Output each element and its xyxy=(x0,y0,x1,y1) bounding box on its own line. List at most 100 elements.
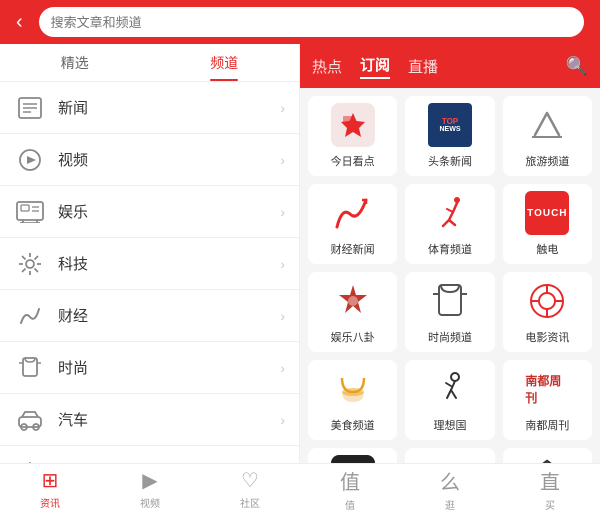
menu-item-entertainment[interactable]: 娱乐 › xyxy=(0,186,299,238)
video-icon xyxy=(14,144,46,176)
search-input[interactable] xyxy=(51,15,572,30)
channel-caijing[interactable]: 财经新闻 xyxy=(308,184,397,264)
channel-shishang-icon xyxy=(427,279,473,323)
nav-live[interactable]: 直播 xyxy=(408,56,438,77)
menu-item-tech[interactable]: 科技 › xyxy=(0,238,299,290)
channel-nandu[interactable]: 南都周刊 南都周刊 xyxy=(503,360,592,440)
channel-touch-name: 触电 xyxy=(536,241,558,257)
shequn-icon: ♡ xyxy=(241,468,259,493)
menu-item-travel[interactable]: 旅游 › xyxy=(0,446,299,463)
channel-touch[interactable]: TOUCH 触电 xyxy=(503,184,592,264)
fashion-arrow: › xyxy=(280,360,285,376)
tab-shipin[interactable]: ▶ 视频 xyxy=(100,464,200,513)
channel-dianying-name: 电影资讯 xyxy=(525,329,569,345)
tab-guang[interactable]: 么 逛 xyxy=(400,464,500,513)
menu-item-auto[interactable]: 汽车 › xyxy=(0,394,299,446)
zhi-label: 值 xyxy=(345,497,355,512)
tab-pindao[interactable]: 频道 xyxy=(150,44,300,81)
channel-lvyou-icon xyxy=(524,103,570,147)
channel-lixiang-name: 理想国 xyxy=(433,417,466,433)
channel-lvyou[interactable]: 旅游频道 xyxy=(503,96,592,176)
channel-shishang[interactable]: 时尚频道 xyxy=(405,272,494,352)
channel-yule-name: 娱乐八卦 xyxy=(331,329,375,345)
finance-label: 财经 xyxy=(58,305,280,326)
bottom-bar: ⊞ 资讯 ▶ 视频 ♡ 社区 值 值 么 逛 直 买 xyxy=(0,463,600,513)
menu-item-fashion[interactable]: 时尚 › xyxy=(0,342,299,394)
channel-jinri[interactable]: 今日看点 xyxy=(308,96,397,176)
channel-tiyu-name: 体育频道 xyxy=(428,241,472,257)
search-box[interactable] xyxy=(39,7,584,37)
fashion-icon xyxy=(14,352,46,384)
travel-icon xyxy=(14,456,46,464)
news-icon xyxy=(14,92,46,124)
channel-jinri-name: 今日看点 xyxy=(331,153,375,169)
finance-icon xyxy=(14,300,46,332)
channel-meishi[interactable]: 美食频道 xyxy=(308,360,397,440)
channel-toutiao[interactable]: TOP NEWS 头条新闻 xyxy=(405,96,494,176)
tab-zixun[interactable]: ⊞ 资讯 xyxy=(0,464,100,513)
nav-hot[interactable]: 热点 xyxy=(312,56,342,77)
channel-pao[interactable]: 悦跑圈 xyxy=(308,448,397,463)
video-label: 视频 xyxy=(58,149,280,170)
tech-label: 科技 xyxy=(58,253,280,274)
fashion-label: 时尚 xyxy=(58,357,280,378)
channel-caijing-name: 财经新闻 xyxy=(331,241,375,257)
news-label: 新闻 xyxy=(58,97,280,118)
menu-item-video[interactable]: 视频 › xyxy=(0,134,299,186)
right-header: 热点 订阅 直播 🔍 xyxy=(300,44,600,88)
mai-icon: 直 xyxy=(540,466,560,495)
channel-tiyu[interactable]: 体育频道 xyxy=(405,184,494,264)
channel-tiyu-icon xyxy=(427,191,473,235)
channel-caijing-icon xyxy=(330,191,376,235)
channel-touch-icon: TOUCH xyxy=(524,191,570,235)
top-bar: ‹ xyxy=(0,0,600,44)
entertainment-arrow: › xyxy=(280,204,285,220)
channel-yule[interactable]: 娱乐八卦 xyxy=(308,272,397,352)
channel-dianying[interactable]: 电影资讯 xyxy=(503,272,592,352)
tech-arrow: › xyxy=(280,256,285,272)
tab-mai[interactable]: 直 买 xyxy=(500,464,600,513)
right-panel: 热点 订阅 直播 🔍 今日看点 xyxy=(300,44,600,463)
news-arrow: › xyxy=(280,100,285,116)
zixun-icon: ⊞ xyxy=(42,468,59,493)
channel-zuanshi[interactable]: 钻石频道 xyxy=(503,448,592,463)
channel-nandu-icon: 南都周刊 xyxy=(524,367,570,411)
channel-dianying-icon xyxy=(524,279,570,323)
tab-zhi[interactable]: 值 值 xyxy=(300,464,400,513)
channel-yule-icon xyxy=(330,279,376,323)
tech-icon xyxy=(14,248,46,280)
channel-nandu-name: 南都周刊 xyxy=(525,417,569,433)
channel-lvyou-name: 旅游频道 xyxy=(525,153,569,169)
channel-jinri-icon xyxy=(330,103,376,147)
channel-meishi-icon xyxy=(330,367,376,411)
channel-jilian[interactable]: 极炼 极炼 xyxy=(405,448,494,463)
tab-shequn[interactable]: ♡ 社区 xyxy=(200,464,300,513)
channel-toutiao-name: 头条新闻 xyxy=(428,153,472,169)
menu-list: 新闻 › 视频 › xyxy=(0,82,299,463)
entertainment-label: 娱乐 xyxy=(58,201,280,222)
tab-jingxuan[interactable]: 精选 xyxy=(0,44,150,81)
zhi-icon: 值 xyxy=(340,466,360,495)
back-button[interactable]: ‹ xyxy=(8,7,31,38)
channel-meishi-name: 美食频道 xyxy=(331,417,375,433)
channel-jilian-icon: 极炼 xyxy=(427,455,473,463)
channel-toutiao-icon: TOP NEWS xyxy=(427,103,473,147)
channel-lixiang-icon xyxy=(427,367,473,411)
channel-shishang-name: 时尚频道 xyxy=(428,329,472,345)
entertainment-icon xyxy=(14,196,46,228)
menu-item-finance[interactable]: 财经 › xyxy=(0,290,299,342)
search-icon[interactable]: 🔍 xyxy=(566,56,588,77)
left-panel: 精选 频道 新闻 › xyxy=(0,44,300,463)
left-tabs: 精选 频道 xyxy=(0,44,299,82)
channel-zuanshi-icon xyxy=(524,455,570,463)
shipin-icon: ▶ xyxy=(142,468,157,493)
video-arrow: › xyxy=(280,152,285,168)
auto-icon xyxy=(14,404,46,436)
finance-arrow: › xyxy=(280,308,285,324)
nav-subscribe[interactable]: 订阅 xyxy=(360,54,390,79)
menu-item-news[interactable]: 新闻 › xyxy=(0,82,299,134)
mai-label: 买 xyxy=(545,497,555,512)
channel-lixiang[interactable]: 理想国 xyxy=(405,360,494,440)
zixun-label: 资讯 xyxy=(40,495,60,510)
auto-arrow: › xyxy=(280,412,285,428)
